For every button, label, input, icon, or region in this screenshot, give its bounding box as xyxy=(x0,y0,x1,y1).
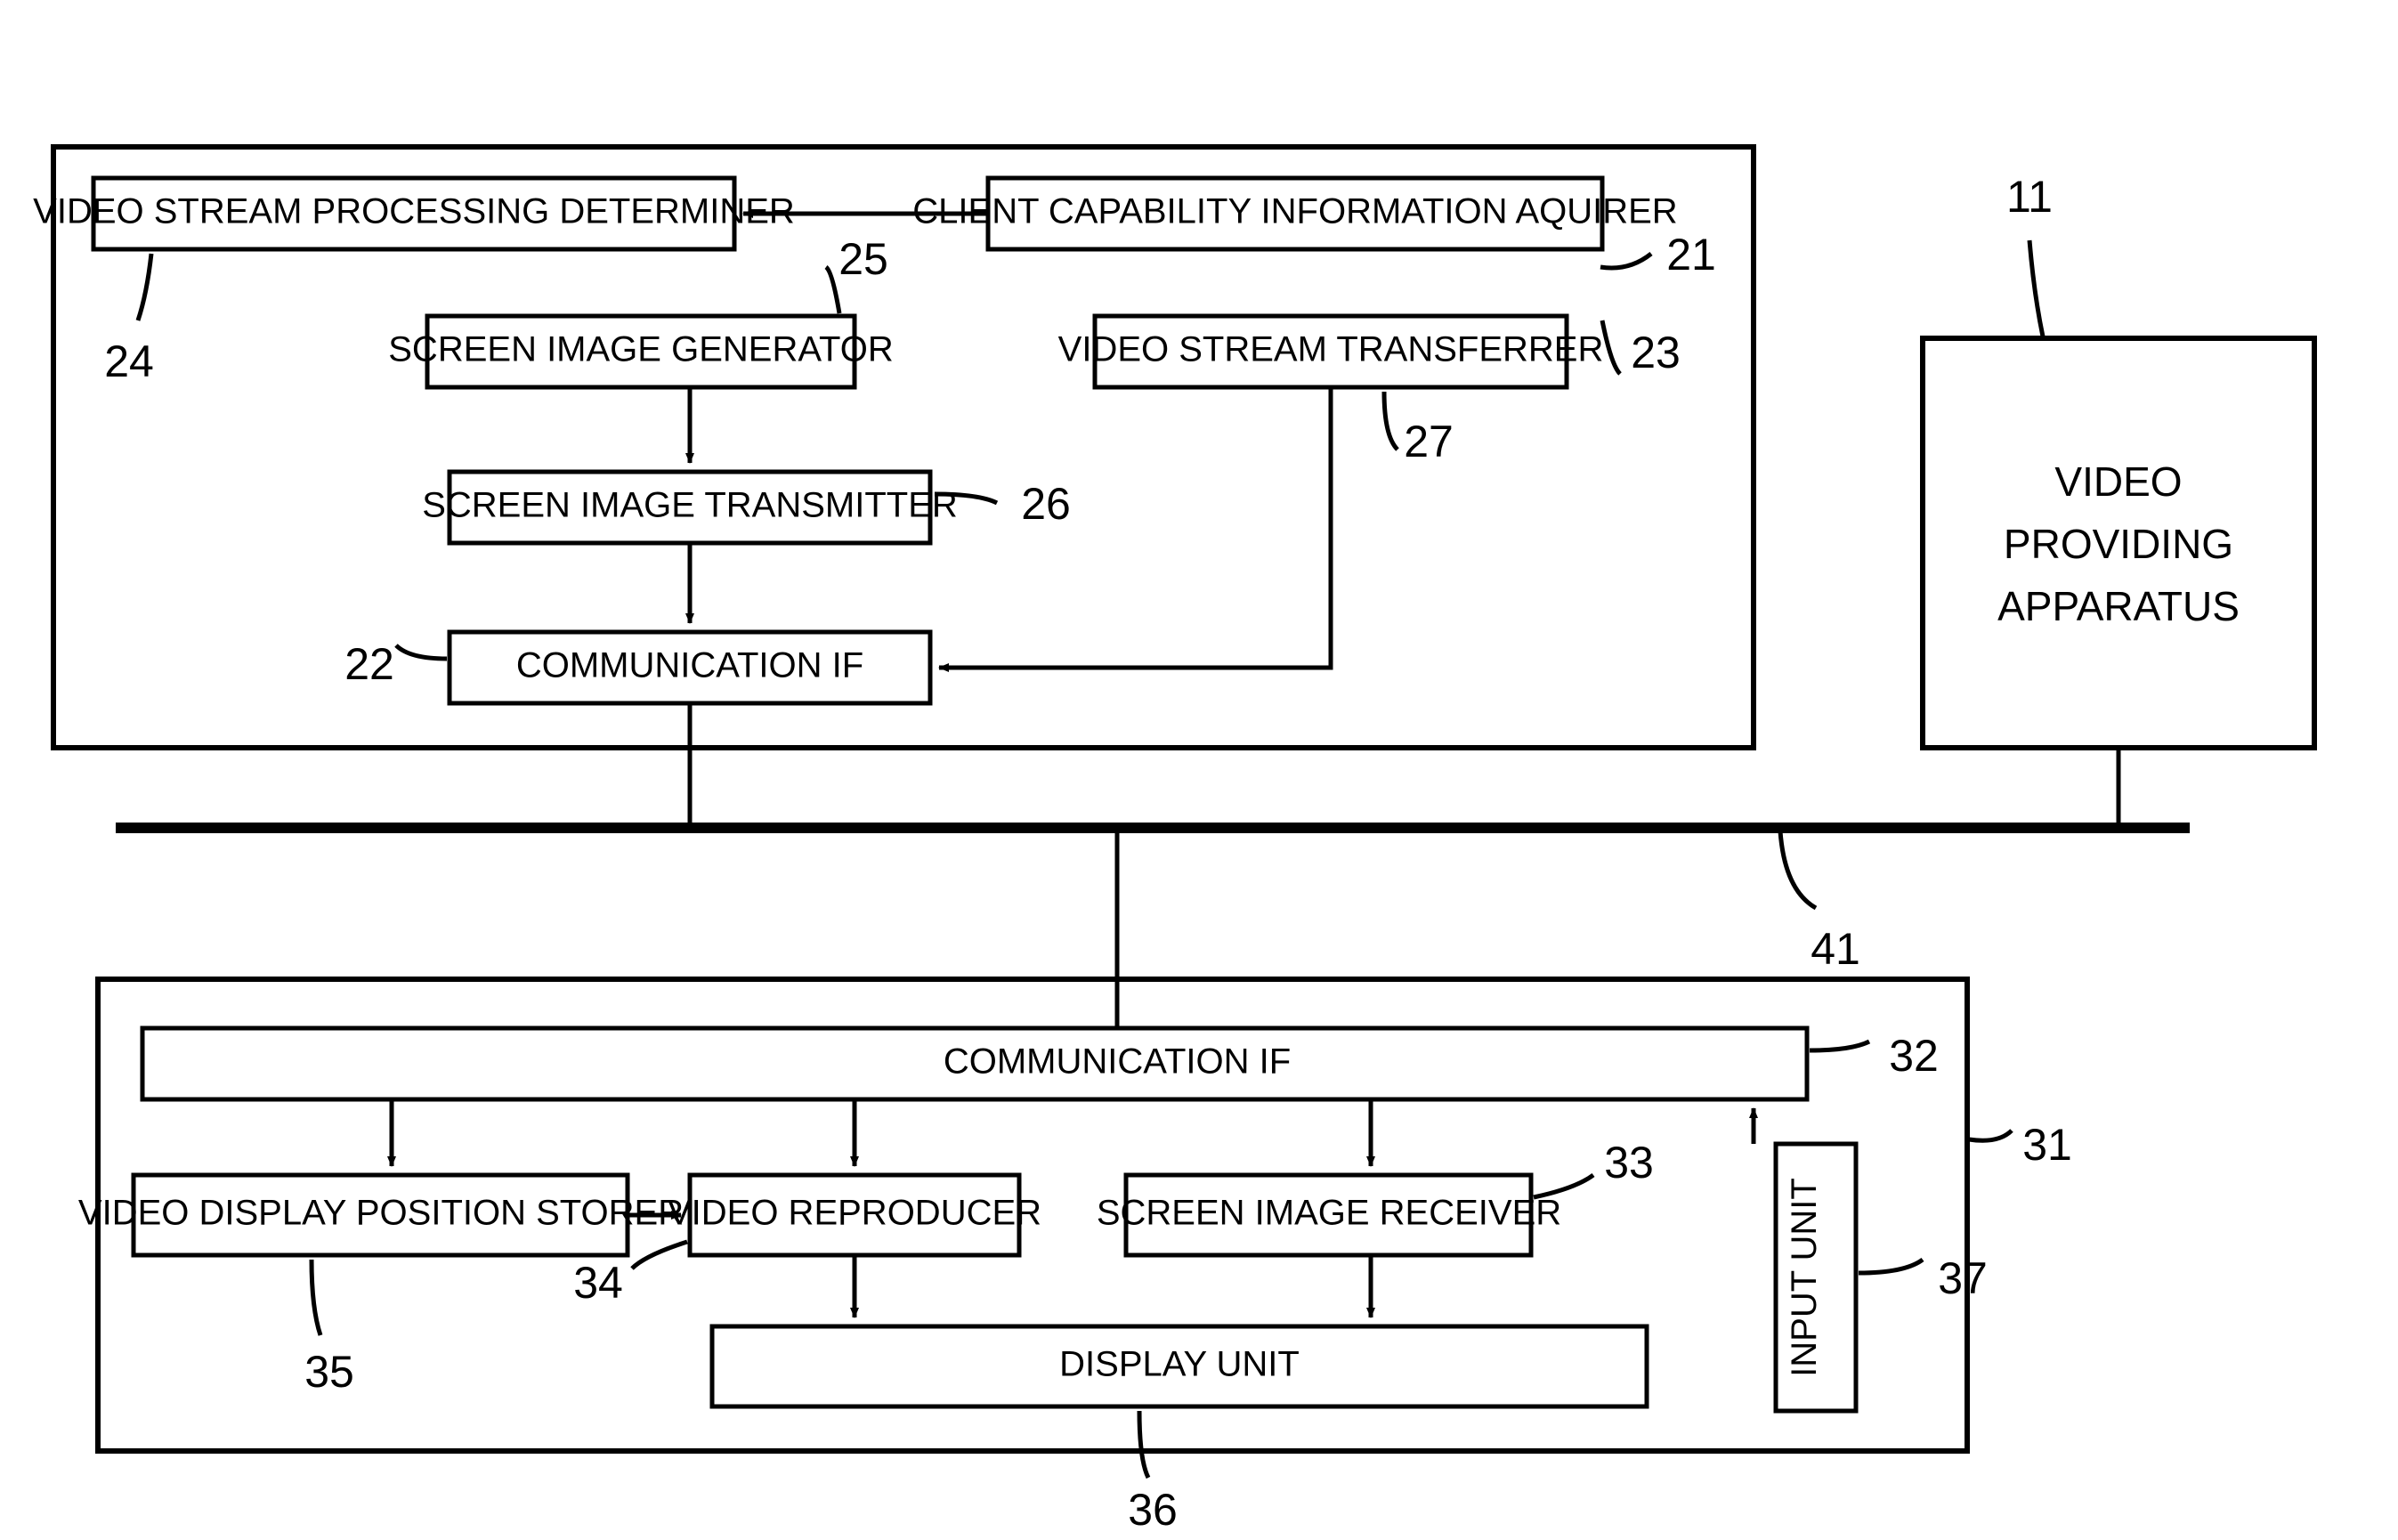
callout-31 xyxy=(1969,1131,2012,1140)
client-capability-info-acquirer-label: CLIENT CAPABILITY INFORMATION AQUIRER xyxy=(912,192,1677,231)
ref-22: 22 xyxy=(344,639,394,689)
callout-36 xyxy=(1139,1411,1148,1478)
ref-37: 37 xyxy=(1938,1253,1988,1303)
ref-36: 36 xyxy=(1128,1485,1178,1535)
ref-11: 11 xyxy=(2006,172,2053,222)
client-communication-if-label: COMMUNICATION IF xyxy=(944,1042,1291,1082)
vpa-label-2: PROVIDING xyxy=(2004,521,2233,567)
callout-25 xyxy=(826,267,839,313)
ref-33: 33 xyxy=(1604,1138,1654,1187)
callout-33 xyxy=(1534,1175,1593,1197)
arrow-27-to-22 xyxy=(939,387,1331,668)
ref-26: 26 xyxy=(1021,479,1071,529)
callout-24 xyxy=(138,254,151,320)
diagram-canvas: 41 VIDEO PROVIDING APPARATUS 11 21 CLIEN… xyxy=(0,0,2398,1540)
ref-32: 32 xyxy=(1889,1031,1939,1081)
server-block xyxy=(53,147,1754,748)
callout-35 xyxy=(312,1260,320,1335)
callout-22 xyxy=(396,645,447,659)
screen-image-generator-label: SCREEN IMAGE GENERATOR xyxy=(388,330,894,369)
callout-41 xyxy=(1780,831,1816,908)
ref-35: 35 xyxy=(304,1347,354,1397)
callout-34 xyxy=(632,1242,687,1268)
video-stream-transferrer-label: VIDEO STREAM TRANSFERRER xyxy=(1058,330,1604,369)
screen-image-receiver-label: SCREEN IMAGE RECEIVER xyxy=(1097,1194,1561,1233)
ref-41: 41 xyxy=(1811,924,1860,974)
video-stream-processing-determiner-label: VIDEO STREAM PROCESSING DETERMINER xyxy=(33,192,795,231)
ref-25: 25 xyxy=(838,234,888,284)
callout-23 xyxy=(1602,320,1620,374)
server-communication-if-label: COMMUNICATION IF xyxy=(516,646,863,685)
ref-31: 31 xyxy=(2022,1120,2072,1170)
ref-34: 34 xyxy=(573,1258,623,1308)
screen-image-transmitter-label: SCREEN IMAGE TRANSMITTER xyxy=(422,486,958,525)
input-unit-label: INPUT UNIT xyxy=(1785,1178,1824,1377)
video-display-position-storer-label: VIDEO DISPLAY POSITION STORER xyxy=(78,1194,684,1233)
ref-23: 23 xyxy=(1631,328,1681,377)
vpa-label-1: VIDEO xyxy=(2054,458,2182,505)
ref-24: 24 xyxy=(104,336,154,386)
ref-27: 27 xyxy=(1404,417,1454,466)
callout-32 xyxy=(1810,1042,1869,1050)
callout-37 xyxy=(1859,1260,1923,1273)
callout-27 xyxy=(1384,392,1397,450)
callout-21 xyxy=(1600,254,1651,268)
video-reproducer-label: VIDEO REPRODUCER xyxy=(668,1194,1041,1233)
vpa-label-3: APPARATUS xyxy=(1997,583,2240,629)
ref-21: 21 xyxy=(1666,230,1716,280)
callout-11 xyxy=(2029,240,2043,336)
display-unit-label: DISPLAY UNIT xyxy=(1059,1345,1300,1384)
